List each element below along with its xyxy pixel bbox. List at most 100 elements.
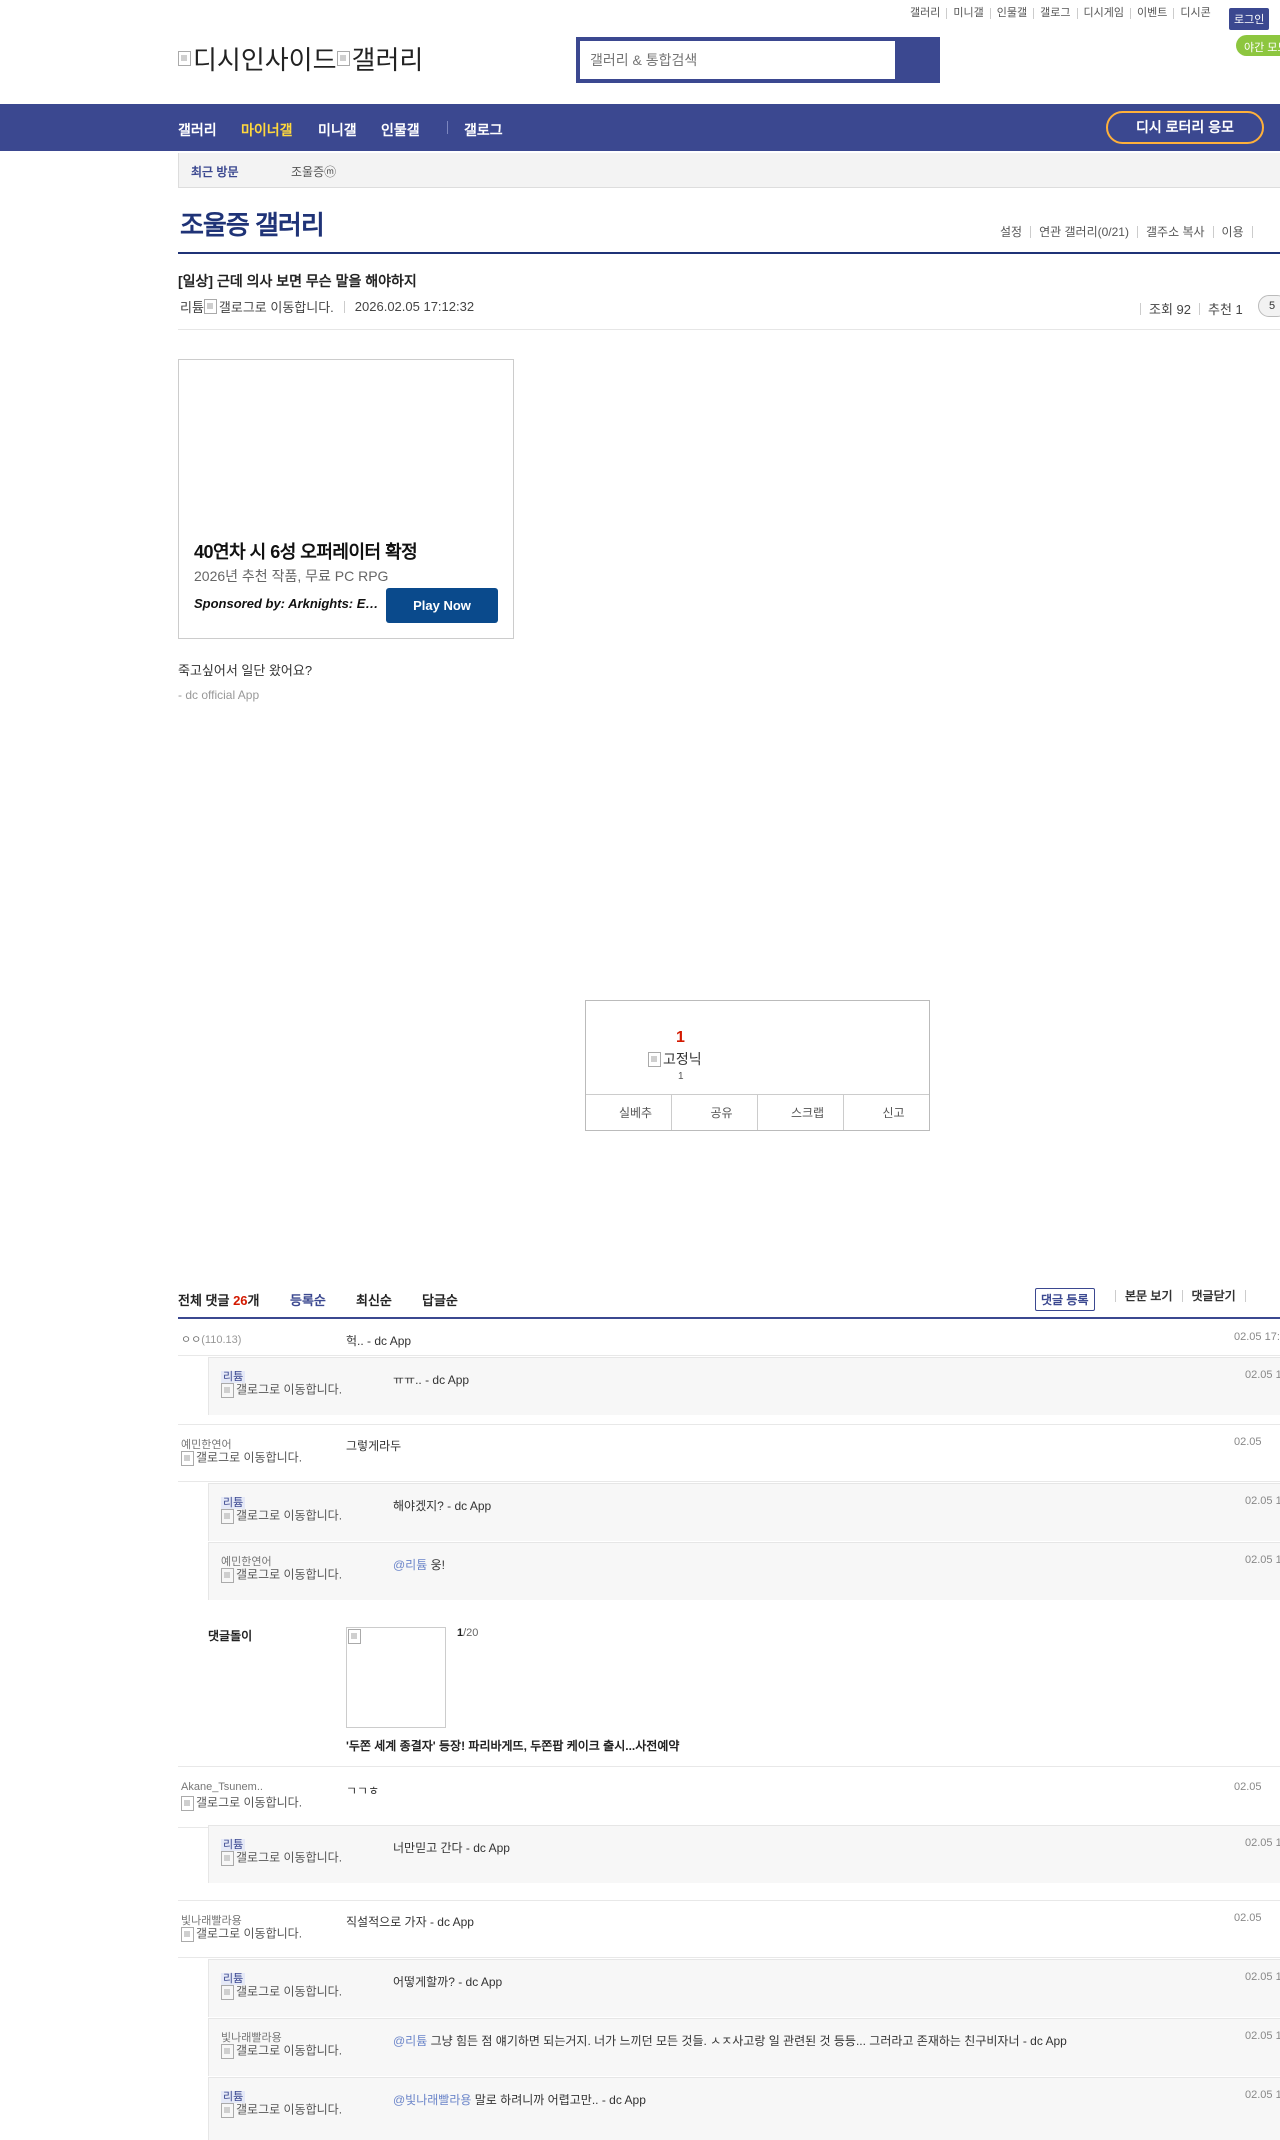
login-button[interactable]: 로그인 — [1229, 8, 1270, 30]
comment-extra-link[interactable] — [1244, 1290, 1264, 1302]
gallog-link[interactable]: 갤로그로 이동합니다. — [181, 1927, 311, 1942]
topnav-gallog[interactable]: 갤로그 — [1034, 8, 1078, 19]
topnav-dccon[interactable]: 디시콘 — [1174, 8, 1216, 19]
topnav-gallery[interactable]: 갤러리 — [904, 8, 948, 19]
topnav-event[interactable]: 이벤트 — [1131, 8, 1175, 19]
gallog-alt[interactable]: 갤로그로 이동합니다. — [219, 297, 334, 316]
reply-text-body: 웅! — [427, 1558, 445, 1572]
reply-item: 리튬 갤로그로 이동합니다. ㅠㅠ.. - dc App 02.05 1 — [208, 1357, 1280, 1415]
reply-nick-text[interactable]: 리튬 — [221, 1497, 246, 1509]
reply-nick[interactable]: 리튬 — [221, 2088, 246, 2104]
reply-text: ㅠㅠ.. - dc App — [393, 1373, 470, 1387]
recent-visits-label[interactable]: 최근 방문 — [191, 163, 239, 180]
gallog-link[interactable]: 갤로그로 이동합니다. — [221, 1985, 351, 2000]
recommend-button[interactable]: 고정닉 — [648, 1049, 702, 1069]
share-button[interactable]: 공유 — [672, 1095, 758, 1130]
gallog-icon — [221, 1383, 234, 1398]
view-post-link[interactable]: 본문 보기 — [1115, 1290, 1182, 1302]
gallery-title[interactable]: 조울증 갤러리 — [180, 205, 325, 242]
comment-text: 그렇게라두 — [346, 1439, 402, 1453]
comment-item: Akane_Tsunem.. 갤로그로 이동합니다. ㄱㄱㅎ 02.05 — [178, 1770, 1280, 1828]
ad-title[interactable]: 40연차 시 6성 오퍼레이터 확정 — [194, 538, 418, 564]
gallog-link[interactable]: 갤로그로 이동합니다. — [221, 2103, 351, 2118]
comment-count-pill[interactable]: 5 — [1258, 295, 1280, 317]
gallog-icon[interactable] — [203, 299, 217, 314]
comment-dolly-caption[interactable]: '두쫀 세계 종결자' 등장! 파리바게뜨, 두쫀팝 케이크 출시...사전예약 — [346, 1737, 679, 1754]
lottery-button[interactable]: 디시 로터리 응모 — [1106, 111, 1264, 144]
topnav-persongal[interactable]: 인물갤 — [991, 8, 1035, 19]
related-galleries-link[interactable]: 연관 갤러리(0/21) — [1031, 226, 1138, 238]
nav-mini-gallery[interactable]: 미니갤 — [318, 120, 357, 140]
topnav-minigal[interactable]: 미니갤 — [947, 8, 991, 19]
fixed-nick-alt: 고정닉 — [663, 1051, 702, 1067]
search-button[interactable] — [895, 41, 936, 79]
reply-date: 02.05 1 — [1245, 1554, 1280, 1566]
post-stats: 조회 92 추천 1 — [1132, 299, 1243, 318]
nav-minor-gallery[interactable]: 마이너갤 — [241, 120, 293, 140]
gallery-header-links: 설정 연관 갤러리(0/21) 갤주소 복사 이용 — [1000, 226, 1253, 238]
reply-text: @리튬 그냥 힘든 점 얘기하면 되는거지. 너가 느끼던 모든 것들. ㅅㅈ사… — [393, 2031, 1183, 2051]
comment-total-suffix: 개 — [247, 1293, 260, 1308]
real-best-button[interactable]: 실베추 — [586, 1095, 672, 1130]
ad-sponsor: Sponsored by: Arknights: Endfield — [194, 596, 384, 611]
night-mode-toggle[interactable]: 야간 모드 — [1236, 35, 1280, 56]
reply-nick[interactable]: 빛나래빨라용 — [221, 2029, 282, 2045]
ad-card[interactable]: 40연차 시 6성 오퍼레이터 확정 2026년 추천 작품, 무료 PC RP… — [178, 359, 514, 639]
reply-nick-text[interactable]: 리튬 — [221, 1973, 246, 1985]
meta-divider — [343, 300, 345, 313]
reply-nick-text[interactable]: 리튬 — [221, 2091, 246, 2103]
gallog-icon — [181, 1927, 194, 1942]
close-comments-link[interactable]: 댓글닫기 — [1181, 1290, 1245, 1302]
reply-date: 02.05 1 — [1245, 2089, 1280, 2101]
sort-replies[interactable]: 답글순 — [422, 1290, 458, 1309]
reply-nick[interactable]: 리튬 — [221, 1494, 246, 1510]
nav-divider — [447, 121, 448, 134]
gallog-link[interactable]: 갤로그로 이동합니다. — [221, 1851, 351, 1866]
ad-play-button[interactable]: Play Now — [386, 588, 498, 623]
gallog-link[interactable]: 갤로그로 이동합니다. — [221, 2044, 351, 2059]
comment-nick[interactable]: ㅇㅇ(110.13) — [181, 1331, 241, 1347]
sort-latest[interactable]: 최신순 — [356, 1290, 392, 1309]
comment-nick-text[interactable]: ㅇㅇ — [181, 1334, 201, 1346]
reply-nick[interactable]: 예민한연어 — [221, 1553, 272, 1569]
gallog-alt: 갤로그로 이동합니다. — [236, 1984, 343, 1999]
reply-mention[interactable]: @빛나래빨라용 — [393, 2093, 471, 2107]
reply-nick[interactable]: 리튬 — [221, 1970, 246, 1986]
usage-link[interactable]: 이용 — [1214, 226, 1253, 238]
comment-header-links: 본문 보기 댓글닫기 — [1115, 1290, 1264, 1302]
gallog-link[interactable]: 갤로그로 이동합니다. — [181, 1451, 311, 1466]
nav-gallery[interactable]: 갤러리 — [178, 120, 217, 140]
stats-divider — [1140, 302, 1141, 315]
reply-nick-text[interactable]: 리튬 — [221, 1839, 246, 1851]
nav-gallog[interactable]: 갤로그 — [464, 120, 503, 140]
reply-nick[interactable]: 리튬 — [221, 1836, 246, 1852]
comment-nick[interactable]: 빛나래빨라용 — [181, 1912, 242, 1928]
search-input[interactable] — [580, 41, 895, 79]
stats-divider — [1199, 302, 1200, 315]
comment-total: 전체 댓글 26개 — [178, 1290, 260, 1309]
gallog-link[interactable]: 갤로그로 이동합니다. — [221, 1568, 351, 1583]
comment-nick[interactable]: Akane_Tsunem.. — [181, 1781, 263, 1793]
gallog-link[interactable]: 갤로그로 이동합니다. — [181, 1796, 311, 1811]
comment-dolly-image[interactable] — [346, 1627, 446, 1728]
gallog-link[interactable]: 갤로그로 이동합니다. — [221, 1509, 351, 1524]
gallog-alt: 갤로그로 이동합니다. — [196, 1450, 303, 1465]
site-logo[interactable]: 디시인사이드 갤러리 — [178, 40, 423, 77]
sort-registered[interactable]: 등록순 — [290, 1290, 326, 1309]
scrap-button[interactable]: 스크랩 — [758, 1095, 844, 1130]
post-author[interactable]: 리튬 — [180, 297, 204, 316]
gallog-link[interactable]: 갤로그로 이동합니다. — [221, 1383, 351, 1398]
meta-divider-line — [178, 329, 1280, 330]
recent-visit-item[interactable]: 조울증ⓜ — [291, 163, 336, 180]
topnav-dcgame[interactable]: 디시게임 — [1078, 8, 1131, 19]
reply-nick-text[interactable]: 리튬 — [221, 1371, 246, 1383]
reply-mention[interactable]: @리튬 — [393, 1558, 427, 1572]
report-button[interactable]: 신고 — [844, 1095, 929, 1130]
copy-gallery-url-link[interactable]: 갤주소 복사 — [1138, 226, 1214, 238]
write-comment-button[interactable]: 댓글 등록 — [1035, 1288, 1095, 1311]
comment-nick[interactable]: 예민한연어 — [181, 1436, 232, 1452]
nav-person-gallery[interactable]: 인물갤 — [381, 120, 420, 140]
gallery-settings-link[interactable]: 설정 — [1000, 226, 1032, 238]
reply-mention[interactable]: @리튬 — [393, 2034, 427, 2048]
reply-nick[interactable]: 리튬 — [221, 1368, 246, 1384]
